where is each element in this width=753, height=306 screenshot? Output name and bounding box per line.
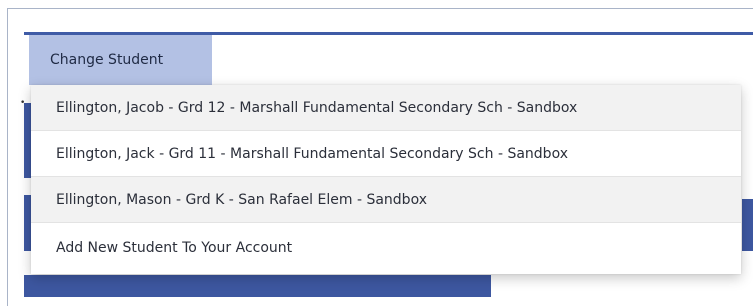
student-option-mason[interactable]: Ellington, Mason - Grd K - San Rafael El… bbox=[31, 177, 741, 223]
add-new-student-option[interactable]: Add New Student To Your Account bbox=[31, 223, 741, 274]
change-student-tab[interactable]: Change Student bbox=[29, 35, 212, 85]
background-panel bbox=[742, 199, 753, 251]
bullet-icon: • bbox=[20, 98, 26, 108]
student-option-jack[interactable]: Ellington, Jack - Grd 11 - Marshall Fund… bbox=[31, 131, 741, 177]
background-panel bbox=[24, 275, 491, 297]
student-option-jacob[interactable]: Ellington, Jacob - Grd 12 - Marshall Fun… bbox=[31, 85, 741, 131]
student-dropdown-menu: Ellington, Jacob - Grd 12 - Marshall Fun… bbox=[31, 85, 741, 274]
